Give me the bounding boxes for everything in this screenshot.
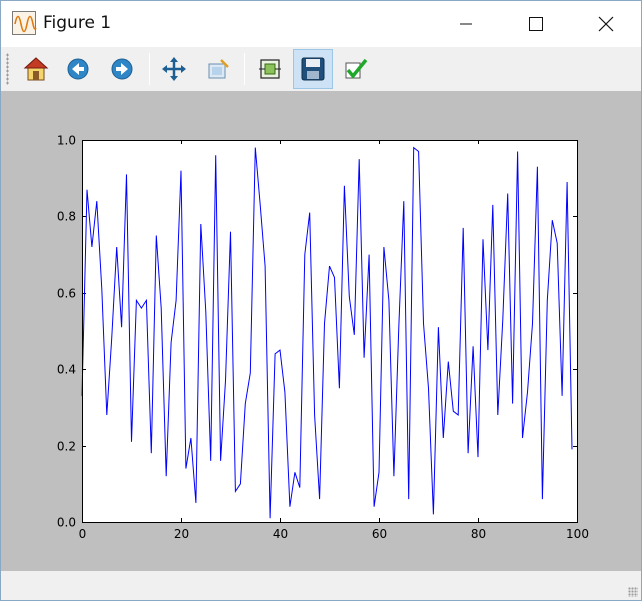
- x-tick-label: 20: [174, 527, 189, 541]
- x-tick-label: 80: [471, 527, 486, 541]
- subplots-button[interactable]: [250, 49, 290, 89]
- y-tick-label: 0.0: [57, 516, 76, 530]
- x-tick-label: 100: [566, 527, 589, 541]
- title-bar[interactable]: Figure 1: [1, 1, 641, 47]
- figure-canvas[interactable]: 0 20 40 60 80 100 0.0 0.2 0.4 0.6 0.8 1.0: [1, 91, 641, 571]
- toolbar-separator: [149, 53, 150, 85]
- back-button[interactable]: [58, 49, 98, 89]
- minimize-button[interactable]: [443, 1, 489, 47]
- resize-grip[interactable]: [628, 587, 638, 597]
- y-tick-label: 1.0: [57, 134, 76, 148]
- zoom-button[interactable]: [198, 49, 238, 89]
- toolbar-grip[interactable]: [6, 53, 9, 85]
- navigation-toolbar: [1, 47, 641, 91]
- pan-button[interactable]: [154, 49, 194, 89]
- zoom-rect-icon: [208, 59, 229, 79]
- figure-window: Figure 1 0 20 40 60 80 100 0.0 0.2 0.4 0…: [0, 0, 642, 601]
- save-floppy-icon: [301, 57, 325, 81]
- close-button[interactable]: [583, 1, 629, 47]
- x-tick-label: 40: [273, 527, 288, 541]
- edit-axes-button[interactable]: [336, 49, 376, 89]
- minimize-icon: [460, 23, 472, 25]
- subplots-config-icon: [259, 59, 281, 79]
- line-chart: 0 20 40 60 80 100 0.0 0.2 0.4 0.6 0.8 1.0: [57, 134, 589, 542]
- status-bar: [1, 571, 641, 600]
- y-tick-label: 0.8: [57, 210, 76, 224]
- home-icon: [23, 57, 49, 81]
- matplotlib-app-icon: [12, 11, 37, 35]
- axes-background: [82, 140, 577, 522]
- y-tick-label: 0.2: [57, 440, 76, 454]
- edit-check-icon: [345, 58, 368, 79]
- toolbar-separator: [244, 53, 245, 85]
- maximize-icon: [529, 17, 543, 31]
- home-button[interactable]: [16, 49, 56, 89]
- back-arrow-icon: [67, 58, 89, 80]
- y-tick-label: 0.4: [57, 363, 76, 377]
- window-title: Figure 1: [43, 13, 112, 33]
- save-button[interactable]: [293, 49, 333, 89]
- pan-move-icon: [162, 57, 186, 81]
- forward-button[interactable]: [102, 49, 142, 89]
- close-icon: [598, 16, 614, 32]
- maximize-button[interactable]: [513, 1, 559, 47]
- x-tick-label: 0: [79, 527, 87, 541]
- forward-arrow-icon: [111, 58, 133, 80]
- x-tick-label: 60: [372, 527, 387, 541]
- y-tick-label: 0.6: [57, 287, 76, 301]
